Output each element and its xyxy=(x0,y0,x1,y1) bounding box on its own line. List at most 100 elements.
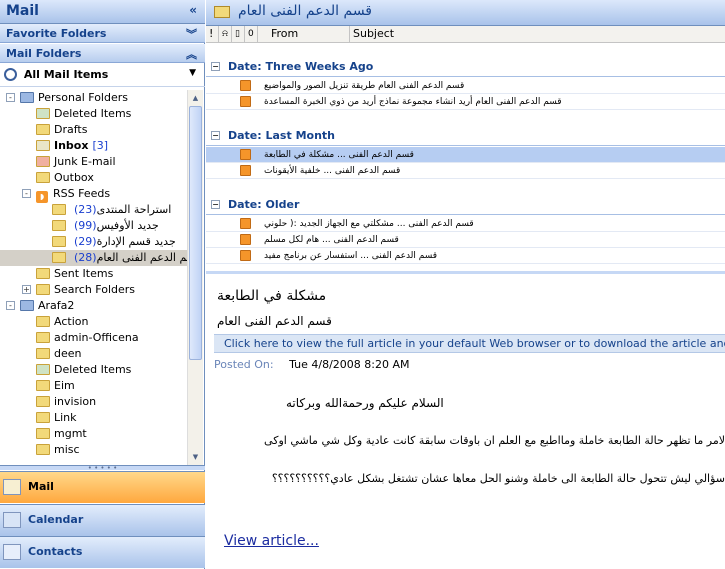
view-article-link[interactable]: View article... xyxy=(224,533,319,549)
folder-tree-item[interactable]: Deleted Items xyxy=(36,106,131,122)
group-header[interactable]: − Date: Older xyxy=(206,195,725,215)
attachment-column-header[interactable]: 0 xyxy=(245,26,258,43)
folder-label: Arafa2 xyxy=(38,299,75,312)
collapse-icon[interactable]: − xyxy=(211,131,220,140)
collapse-icon[interactable]: - xyxy=(22,189,31,198)
scroll-up-arrow-icon[interactable]: ▲ xyxy=(189,91,202,105)
collapse-icon[interactable]: - xyxy=(6,93,15,102)
collapse-icon[interactable]: − xyxy=(211,200,220,209)
rss-item-icon xyxy=(240,218,251,229)
group-header[interactable]: − Date: Last Month xyxy=(206,126,725,146)
folder-header: قسم الدعم الفنى العام xyxy=(206,0,725,26)
folder-tree-item[interactable]: Link xyxy=(36,410,77,426)
message-row[interactable]: قسم الدعم الفنى العام طريقة تنزيل الصور … xyxy=(206,78,725,94)
message-row[interactable]: قسم الدعم الفنى ... مشكلة في الطابعة xyxy=(206,147,725,163)
favorite-folders-header[interactable]: Favorite Folders ︾ xyxy=(0,24,205,43)
folder-label: invision xyxy=(54,395,97,408)
message-row[interactable]: قسم الدعم الفنى ... مشكلتي مع الجهاز الج… xyxy=(206,216,725,232)
folder-icon xyxy=(36,380,50,391)
message-row[interactable]: قسم الدعم الفنى ... استفسار عن برنامج مف… xyxy=(206,248,725,264)
folder-tree-item[interactable]: mgmt xyxy=(36,426,87,442)
info-bar[interactable]: Click here to view the full article in y… xyxy=(214,334,725,353)
importance-column-header[interactable]: ! xyxy=(206,26,219,43)
scroll-down-arrow-icon[interactable]: ▼ xyxy=(189,450,202,464)
message-text: قسم الدعم الفنى العام أريد انشاء مجموعة … xyxy=(264,94,725,110)
folder-tree-item[interactable]: admin-Officena xyxy=(36,330,139,346)
message-row[interactable]: قسم الدعم الفنى العام أريد انشاء مجموعة … xyxy=(206,94,725,110)
folder-tree-item[interactable]: استراحة المنتدى(23) xyxy=(52,202,171,218)
folder-tree-item[interactable]: Deleted Items xyxy=(36,362,131,378)
message-subject: هام لكل مسلم xyxy=(264,235,320,245)
folder-label: Deleted Items xyxy=(54,363,132,376)
folder-tree-item[interactable]: misc xyxy=(36,442,80,458)
reminder-column-header[interactable]: ⍾ xyxy=(219,26,232,43)
folder-icon xyxy=(52,204,66,215)
message-row[interactable]: قسم الدعم الفنى ... هام لكل مسلم xyxy=(206,232,725,248)
folder-label: misc xyxy=(54,443,80,456)
unread-count: (23) xyxy=(74,203,97,216)
folder-label: Sent Items xyxy=(54,267,114,280)
collapse-icon[interactable]: - xyxy=(6,301,15,310)
deleted-items-icon xyxy=(36,108,50,119)
contacts-nav-button[interactable]: Contacts xyxy=(0,536,205,568)
folder-label: Search Folders xyxy=(54,283,136,296)
chevron-down-icon[interactable]: ▼ xyxy=(189,68,196,78)
rss-item-icon xyxy=(240,96,251,107)
folder-tree-item[interactable]: Inbox [3] xyxy=(36,138,108,154)
search-folders-icon xyxy=(36,284,50,295)
mail-nav-button[interactable]: Mail xyxy=(0,471,205,503)
nav-button-label: Calendar xyxy=(28,513,84,526)
folder-tree-item[interactable]: Sent Items xyxy=(36,266,113,282)
message-text: قسم الدعم الفنى ... استفسار عن برنامج مف… xyxy=(264,248,725,264)
folder-tree-item[interactable]: جديد قسم الإدارة(29) xyxy=(52,234,176,250)
rss-item-icon xyxy=(240,80,251,91)
personal-folders-icon xyxy=(20,92,34,103)
unread-count: (99) xyxy=(74,219,97,232)
folder-tree-item[interactable]: invision xyxy=(36,394,96,410)
folder-tree-item[interactable]: Junk E-mail xyxy=(36,154,116,170)
mail-folders-header[interactable]: Mail Folders ︽ xyxy=(0,44,205,63)
folder-icon xyxy=(36,412,50,423)
posted-on-label: Posted On: xyxy=(214,358,274,371)
folder-tree-item[interactable]: + Search Folders xyxy=(22,282,136,298)
folder-tree-item[interactable]: جديد الأوفيس(99) xyxy=(52,218,159,234)
mailbox-icon xyxy=(20,300,34,311)
expand-icon[interactable]: + xyxy=(22,285,31,294)
calendar-nav-button[interactable]: Calendar xyxy=(0,504,205,536)
type-column-header[interactable]: ▯ xyxy=(232,26,245,43)
message-from: قسم الدعم الفنى ... xyxy=(337,150,414,160)
folder-tree-item[interactable]: Action xyxy=(36,314,88,330)
from-column-header[interactable]: From xyxy=(268,26,350,43)
folder-tree-item[interactable]: - Arafa2 xyxy=(6,298,75,314)
message-row[interactable]: قسم الدعم الفنى ... خلفية الأيقونات xyxy=(206,163,725,179)
collapse-pane-button[interactable]: « xyxy=(189,3,197,17)
scrollbar-thumb[interactable] xyxy=(189,106,202,360)
folder-tree: - Personal Folders Deleted Items Drafts Inbo… xyxy=(0,90,188,465)
folder-tree-item[interactable]: deen xyxy=(36,346,82,362)
rss-item-icon xyxy=(240,250,251,261)
all-mail-items-dropdown[interactable]: All Mail Items ▼ xyxy=(0,63,205,87)
group-header[interactable]: − Date: Three Weeks Ago xyxy=(206,57,725,77)
folder-tree-item[interactable]: Eim xyxy=(36,378,75,394)
folder-label: استراحة المنتدى xyxy=(96,203,172,216)
subject-column-header[interactable]: Subject xyxy=(350,26,725,43)
nav-button-label: Mail xyxy=(28,480,54,493)
message-text: قسم الدعم الفنى ... مشكلتي مع الجهاز الج… xyxy=(264,216,725,232)
folder-tree-item[interactable]: - Personal Folders xyxy=(6,90,128,106)
folder-icon xyxy=(52,220,66,231)
message-from: قسم الدعم الفنى ... xyxy=(396,219,474,229)
folder-tree-scrollbar[interactable]: ▲ ▼ xyxy=(187,90,203,465)
folder-tree-item[interactable]: - ◗ RSS Feeds xyxy=(22,186,110,203)
folder-label: قسم الدعم الفنى العام xyxy=(96,251,188,264)
folder-tree-item[interactable]: Drafts xyxy=(36,122,87,138)
folder-tree-item[interactable]: Outbox xyxy=(36,170,94,186)
folder-icon xyxy=(36,348,50,359)
message-from: قسم الدعم الفنى ... xyxy=(323,166,401,176)
chevron-down-icon[interactable]: ︾ xyxy=(186,26,197,42)
message-from: قسم الدعم الفنى ... xyxy=(322,235,399,245)
folder-tree-item[interactable]: قسم الدعم الفنى العام(28) xyxy=(0,250,188,266)
collapse-icon[interactable]: − xyxy=(211,62,220,71)
folder-label: Personal Folders xyxy=(38,91,128,104)
chevron-up-icon[interactable]: ︽ xyxy=(186,46,197,62)
nav-splitter-handle[interactable]: • • • • • xyxy=(0,465,205,472)
